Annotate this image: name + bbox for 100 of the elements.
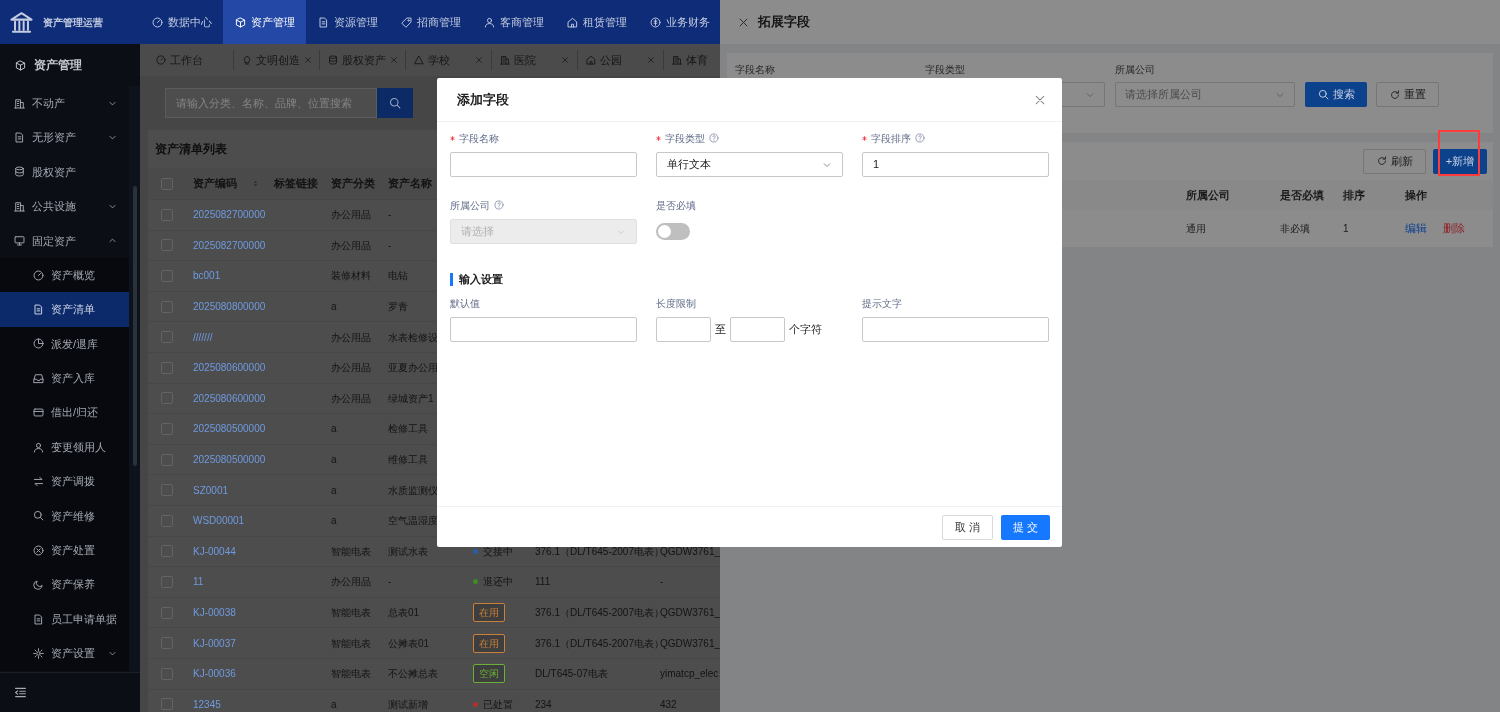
building-icon <box>672 55 682 65</box>
add-button[interactable]: +新增 <box>1433 148 1487 174</box>
bulb-icon <box>242 55 252 65</box>
table-cell-text: 234 <box>535 697 552 712</box>
nav-tab[interactable]: 资产管理 <box>223 0 306 44</box>
field-label: 所属公司 <box>1115 63 1155 76</box>
table-cell-text: 432 <box>660 697 677 712</box>
field-label: 长度限制 <box>656 296 696 311</box>
field-label: 字段类型 <box>925 63 965 76</box>
close-icon[interactable] <box>475 56 483 64</box>
search-button[interactable]: 搜索 <box>1305 82 1367 107</box>
refresh-icon <box>1376 156 1387 166</box>
close-icon[interactable] <box>561 56 569 64</box>
collapse-menu-icon[interactable] <box>14 686 27 699</box>
asset-code-link[interactable]: KJ-00036 <box>193 666 236 682</box>
status-tag: 空闲 <box>473 664 505 684</box>
asset-code-link[interactable]: 2025080500000 <box>193 421 266 437</box>
database-icon <box>328 55 338 65</box>
building-icon <box>14 200 25 212</box>
sidebar-item[interactable]: 资产设置 <box>0 636 129 671</box>
delete-link[interactable]: 删除 <box>1443 220 1465 237</box>
document-icon <box>14 132 25 144</box>
cancel-button[interactable]: 取 消 <box>941 514 993 540</box>
asset-code-link[interactable]: KJ-00037 <box>193 635 236 651</box>
asset-code-link[interactable]: SZ0001 <box>193 482 229 498</box>
sidebar-item[interactable]: 变更领用人 <box>0 429 129 465</box>
select-field[interactable]: 请选择所属公司 <box>1115 82 1295 107</box>
search-icon <box>389 97 401 109</box>
input-field[interactable] <box>730 317 785 342</box>
scrollbar-thumb[interactable] <box>132 186 137 466</box>
table-title: 资产清单列表 <box>155 141 227 158</box>
asset-code-link[interactable]: /////// <box>193 329 213 345</box>
asset-code-link[interactable]: 2025080500000 <box>193 452 266 468</box>
search-button[interactable] <box>377 88 413 118</box>
sidebar-item[interactable]: 资产清单 <box>0 292 129 327</box>
column-header: 排序 <box>1343 188 1365 201</box>
field-label: 字段排序 <box>871 131 911 146</box>
asset-code-link[interactable]: 2025080600000 <box>193 360 266 376</box>
sidebar-item[interactable]: 股权资产 <box>0 154 129 190</box>
close-icon[interactable] <box>647 56 655 64</box>
close-icon[interactable] <box>1034 93 1046 106</box>
document-icon <box>317 16 329 28</box>
drawer-title: 拓展字段 <box>758 13 810 32</box>
transfer-icon <box>33 476 44 487</box>
input-field[interactable] <box>656 317 711 342</box>
asset-code-link[interactable]: 2025082700000 <box>193 237 266 253</box>
sidebar-item[interactable]: 无形资产 <box>0 120 129 155</box>
required-icon <box>656 135 661 141</box>
field-label: 字段类型 <box>665 131 705 146</box>
sidebar-item[interactable]: 资产入库 <box>0 361 129 396</box>
sidebar-item[interactable]: 资产处置 <box>0 533 129 568</box>
submit-button[interactable]: 提 交 <box>1000 514 1050 540</box>
triangle-icon <box>414 55 424 65</box>
asset-code-link[interactable]: bc001 <box>193 268 221 284</box>
sidebar-item[interactable]: 资产调拨 <box>0 464 129 499</box>
table-cell-text: - <box>388 208 392 223</box>
close-icon[interactable] <box>738 16 749 28</box>
toggle-switch[interactable] <box>656 223 690 240</box>
close-icon[interactable] <box>304 56 312 64</box>
asset-code-link[interactable]: WSD00001 <box>193 513 245 529</box>
table-cell-text: - <box>388 575 392 590</box>
sidebar-item[interactable]: 公共设施 <box>0 189 129 224</box>
reset-button[interactable]: 重置 <box>1376 82 1439 107</box>
checkbox[interactable] <box>160 177 173 190</box>
coin-icon <box>649 16 661 28</box>
field-label: 提示文字 <box>862 296 902 311</box>
input-field[interactable] <box>450 317 637 342</box>
asset-code-link[interactable]: 2025080800000 <box>193 299 266 315</box>
status-tag: 在用 <box>473 603 505 622</box>
asset-code-link[interactable]: KJ-00038 <box>193 605 236 620</box>
table-cell-text: QGDW3761_ <box>660 606 721 620</box>
column-header: 所属公司 <box>1186 188 1230 201</box>
cube-icon <box>15 59 26 71</box>
sidebar-item[interactable]: 不动产 <box>0 86 129 121</box>
refresh-button[interactable]: 刷新 <box>1363 148 1426 174</box>
input-field[interactable]: 1 <box>862 152 1049 177</box>
asset-code-link[interactable]: 2025080600000 <box>193 390 266 406</box>
sidebar-item[interactable]: 固定资产 <box>0 223 129 258</box>
asset-code-link[interactable]: 11 <box>193 574 204 590</box>
asset-code-link[interactable]: 2025082700000 <box>193 207 266 223</box>
gauge-icon <box>33 269 44 281</box>
table-cell: 通用 <box>1186 223 1206 234</box>
edit-link[interactable]: 编辑 <box>1405 220 1427 237</box>
input-field[interactable] <box>862 317 1049 342</box>
input-field[interactable] <box>450 152 637 177</box>
sidebar-item[interactable]: 借出/归还 <box>0 395 129 430</box>
sidebar-item[interactable]: 资产保养 <box>0 567 129 602</box>
sidebar-item[interactable]: 资产概览 <box>0 257 129 293</box>
table-cell: 非必填 <box>1280 223 1310 234</box>
section-title: 输入设置 <box>459 271 503 287</box>
sidebar-item[interactable]: 员工申请单据 <box>0 601 129 637</box>
close-icon[interactable] <box>390 56 398 64</box>
sidebar-item[interactable]: 派发/退库 <box>0 326 129 362</box>
required-icon <box>862 135 867 141</box>
sidebar-item[interactable]: 资产维修 <box>0 498 129 534</box>
pie-icon <box>33 338 44 350</box>
select-field[interactable]: 单行文本 <box>656 152 843 177</box>
asset-code-link[interactable]: 12345 <box>193 696 221 712</box>
asset-code-link[interactable]: KJ-00044 <box>193 543 236 559</box>
help-icon <box>709 133 719 143</box>
